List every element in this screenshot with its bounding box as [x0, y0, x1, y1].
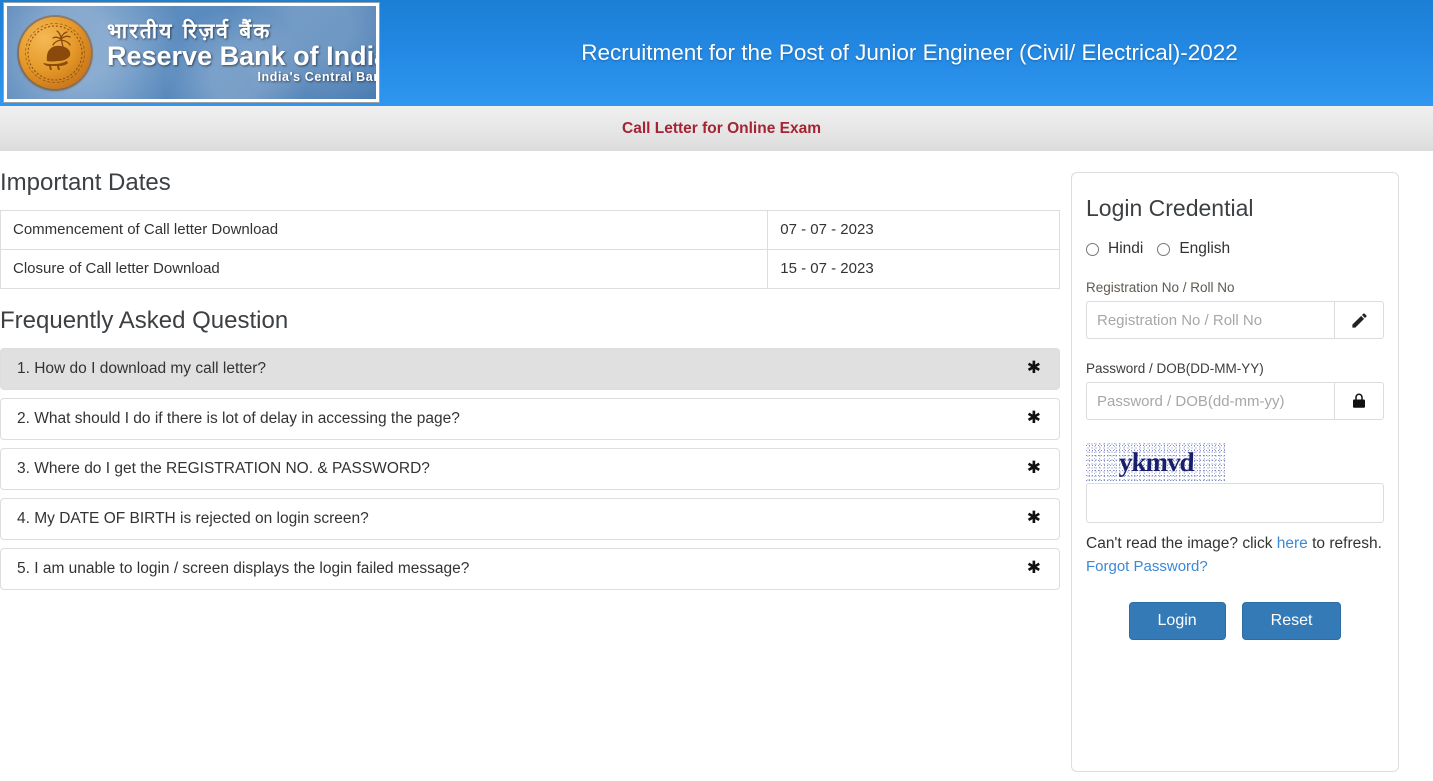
important-dates-table: Commencement of Call letter Download 07 … [0, 209, 1060, 289]
rbi-emblem-art-icon [27, 25, 83, 80]
login-panel-title: Login Credential [1086, 195, 1254, 221]
registration-input[interactable] [1086, 301, 1334, 339]
faq-item-5[interactable]: 5. I am unable to login / screen display… [0, 547, 1060, 590]
faq-question: 4. My DATE OF BIRTH is rejected on login… [17, 509, 369, 527]
date-value: 07 - 07 - 2023 [767, 209, 1060, 250]
lock-glyph-icon [1353, 393, 1365, 408]
faq-item-1[interactable]: 1. How do I download my call letter? ✱ [0, 347, 1060, 390]
chevron-down-icon[interactable]: ✱ [1027, 560, 1041, 577]
faq-item-3[interactable]: 3. Where do I get the REGISTRATION NO. &… [0, 447, 1060, 490]
password-input[interactable] [1086, 382, 1334, 420]
faq-question: 1. How do I download my call letter? [17, 359, 266, 377]
date-label: Closure of Call letter Download [0, 248, 769, 289]
page-header: भारतीय रिज़र्व बैंक Reserve Bank of Indi… [0, 0, 1433, 106]
chevron-down-icon[interactable]: ✱ [1027, 410, 1041, 427]
language-radio-group: Hindi English [1086, 240, 1384, 258]
radio-circle-icon[interactable] [1086, 242, 1099, 256]
faq-question: 2. What should I do if there is lot of d… [17, 409, 460, 427]
radio-option-hindi[interactable]: Hindi [1086, 240, 1143, 258]
logo-hindi-text: भारतीय रिज़र्व बैंक [107, 18, 272, 43]
registration-label: Registration No / Roll No [1086, 280, 1235, 295]
left-column: Important Dates Commencement of Call let… [0, 151, 1062, 772]
captcha-text: ykmvd [1118, 446, 1195, 477]
faq-question: 3. Where do I get the REGISTRATION NO. &… [17, 459, 430, 477]
login-button[interactable]: Login [1128, 602, 1226, 641]
radio-circle-icon[interactable] [1157, 242, 1171, 256]
lock-icon[interactable] [1334, 382, 1384, 420]
faq-question: 5. I am unable to login / screen display… [17, 559, 470, 577]
chevron-down-icon[interactable]: ✱ [1027, 360, 1041, 377]
radio-option-english[interactable]: English [1157, 240, 1230, 258]
page-title: Recruitment for the Post of Junior Engin… [581, 40, 1238, 65]
login-button-row: Login Reset [1086, 602, 1384, 641]
captcha-image: ykmvd [1086, 442, 1227, 482]
date-label: Commencement of Call letter Download [0, 209, 769, 250]
password-label: Password / DOB(DD-MM-YY) [1086, 361, 1264, 376]
table-row: Closure of Call letter Download 15 - 07 … [0, 248, 1060, 289]
main-content: Important Dates Commencement of Call let… [0, 151, 1433, 772]
radio-label-hindi: Hindi [1108, 240, 1144, 257]
date-value: 15 - 07 - 2023 [767, 248, 1060, 289]
chevron-down-icon[interactable]: ✱ [1027, 460, 1041, 477]
password-input-group [1086, 382, 1384, 420]
right-column: Login Credential Hindi English Registrat… [1062, 151, 1433, 772]
logo-tagline: India's Central Bank [257, 70, 376, 85]
faq-heading: Frequently Asked Question [0, 306, 289, 334]
rbi-emblem-icon [19, 16, 91, 89]
subtitle-text: Call Letter for Online Exam [622, 119, 821, 137]
reset-button[interactable]: Reset [1241, 602, 1342, 641]
pencil-icon[interactable] [1334, 301, 1384, 339]
captcha-refresh-line: Can't read the image? click here to refr… [1086, 531, 1384, 556]
refresh-suffix-text: to refresh. [1307, 535, 1382, 552]
captcha-refresh-link[interactable]: here [1277, 535, 1308, 552]
registration-input-group [1086, 301, 1384, 339]
subtitle-bar: Call Letter for Online Exam [0, 106, 1433, 151]
forgot-password-link[interactable]: Forgot Password? [1086, 558, 1208, 575]
login-panel: Login Credential Hindi English Registrat… [1071, 172, 1399, 772]
important-dates-heading: Important Dates [0, 169, 171, 196]
radio-label-english: English [1179, 240, 1231, 257]
rbi-logo: भारतीय रिज़र्व बैंक Reserve Bank of Indi… [3, 2, 380, 103]
logo-english-text: Reserve Bank of India [107, 41, 376, 72]
faq-item-4[interactable]: 4. My DATE OF BIRTH is rejected on login… [0, 497, 1060, 540]
captcha-input[interactable] [1086, 483, 1384, 523]
refresh-prefix-text: Can't read the image? click [1086, 535, 1277, 552]
chevron-down-icon[interactable]: ✱ [1027, 510, 1041, 527]
faq-item-2[interactable]: 2. What should I do if there is lot of d… [0, 397, 1060, 440]
table-row: Commencement of Call letter Download 07 … [0, 209, 1060, 250]
faq-list: 1. How do I download my call letter? ✱ 2… [0, 347, 1060, 590]
pencil-glyph-icon [1351, 312, 1367, 328]
